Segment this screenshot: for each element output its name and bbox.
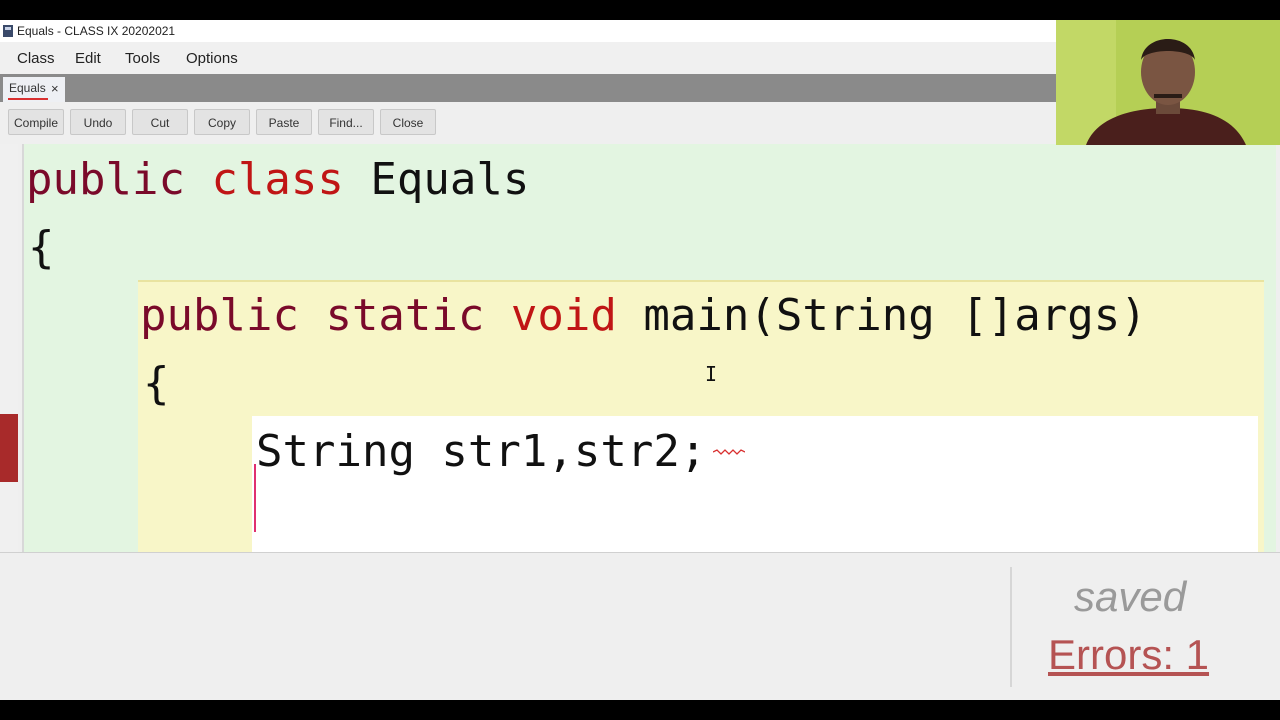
errors-count-link[interactable]: Errors: 1 <box>1048 631 1209 679</box>
error-line-marker <box>0 414 18 482</box>
method-signature: main(String []args) <box>643 290 1147 341</box>
keyword-void: void <box>510 290 617 341</box>
tab-close-icon[interactable]: × <box>51 81 59 96</box>
status-divider <box>1010 567 1012 687</box>
keyword-public: public <box>140 290 299 341</box>
close-button[interactable]: Close <box>380 109 436 135</box>
code-line-2[interactable]: { <box>28 223 55 273</box>
ibeam-cursor-icon: I <box>705 362 718 386</box>
class-open-brace: { <box>28 222 55 273</box>
keyword-class: class <box>211 154 344 205</box>
menu-options[interactable]: Options <box>186 50 238 67</box>
presenter-video-icon <box>1056 20 1280 145</box>
copy-button[interactable]: Copy <box>194 109 250 135</box>
code-line-5[interactable]: String str1,str2; <box>256 427 706 477</box>
window-title: Equals - CLASS IX 20202021 <box>17 24 176 38</box>
saved-status: saved <box>1074 573 1187 620</box>
code-line-4[interactable]: { <box>143 359 170 409</box>
bluej-app-icon <box>3 25 13 37</box>
tab-equals[interactable]: Equals × <box>3 77 65 102</box>
webcam-overlay-image <box>1056 20 1280 145</box>
method-open-brace: { <box>143 358 170 409</box>
code-line-3[interactable]: public static void main(String []args) <box>140 291 1147 341</box>
status-bar: saved Errors: 1 <box>0 552 1280 700</box>
error-squiggle <box>713 449 745 455</box>
variable-declaration: String str1,str2; <box>256 426 707 477</box>
code-line-1[interactable]: public class Equals <box>26 155 529 205</box>
keyword-public: public <box>26 154 185 205</box>
menu-class[interactable]: Class <box>17 50 55 67</box>
menu-tools[interactable]: Tools <box>125 50 160 67</box>
class-name: Equals <box>370 154 530 205</box>
code-editor[interactable] <box>0 144 1280 554</box>
tab-error-underline <box>8 98 48 100</box>
find-button[interactable]: Find... <box>318 109 374 135</box>
compile-button[interactable]: Compile <box>8 109 64 135</box>
menu-edit[interactable]: Edit <box>75 50 101 67</box>
cut-button[interactable]: Cut <box>132 109 188 135</box>
text-caret <box>254 464 256 532</box>
keyword-static: static <box>325 290 485 341</box>
line-gutter <box>0 144 18 552</box>
tab-label: Equals <box>9 81 46 95</box>
paste-button[interactable]: Paste <box>256 109 312 135</box>
undo-button[interactable]: Undo <box>70 109 126 135</box>
